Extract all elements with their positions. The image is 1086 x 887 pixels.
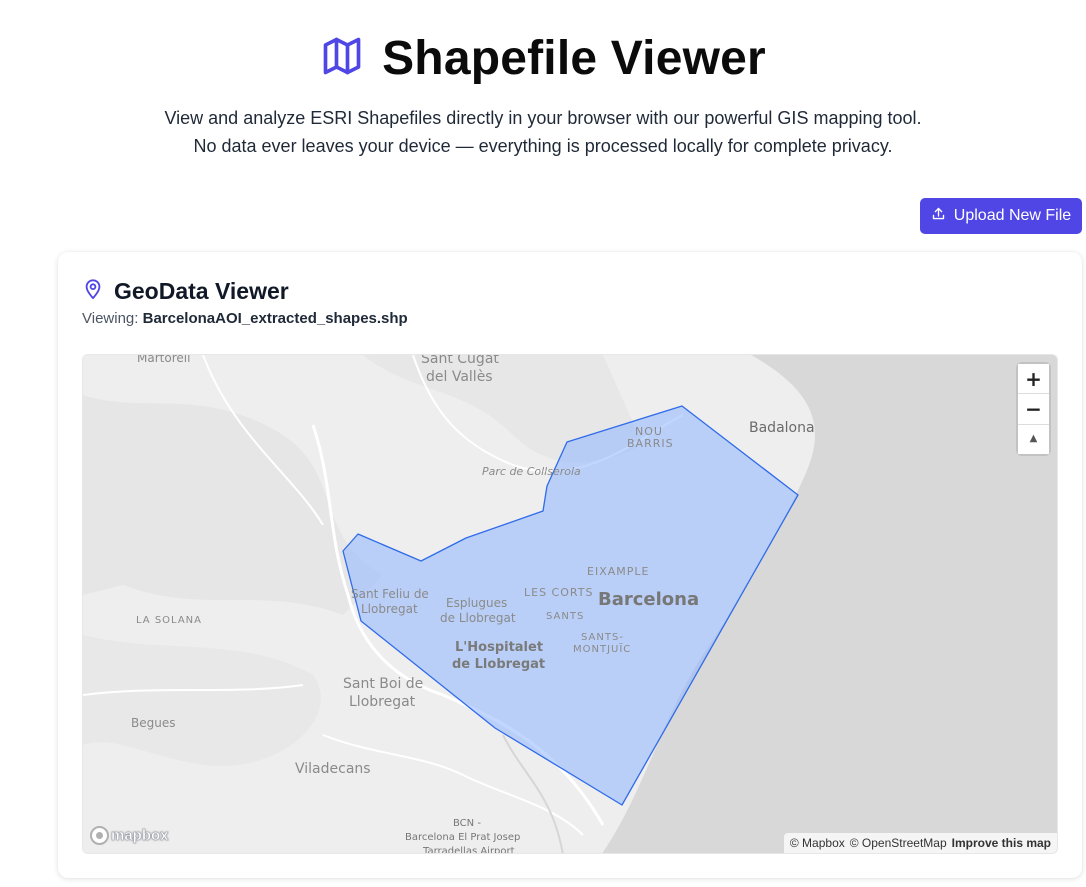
map-label-martorell: Martorell (137, 354, 191, 365)
map-label-hospitalet-2: de Llobregat (452, 657, 546, 672)
geodata-viewer-card: GeoData Viewer Viewing: BarcelonaAOI_ext… (58, 252, 1082, 878)
map-basemap (83, 355, 1057, 853)
map-label-begues: Begues (131, 716, 176, 730)
attribution-mapbox-link[interactable]: © Mapbox (790, 836, 845, 850)
map-label-del-valles: del Vallès (426, 369, 493, 385)
map-label-sant-boi-2: Llobregat (349, 694, 416, 710)
improve-this-map-link[interactable]: Improve this map (952, 836, 1051, 850)
map-label-sants: SANTS (546, 611, 585, 622)
map-label-sant-cugat: Sant Cugat (421, 354, 499, 367)
map-navigation-control: + − ▲ (1018, 364, 1049, 454)
subtitle-line-1: View and analyze ESRI Shapefiles directl… (164, 108, 922, 128)
compass-button[interactable]: ▲ (1018, 423, 1049, 454)
page-title: Shapefile Viewer (382, 31, 766, 85)
map-label-bcn-3: Tarradellas Airport (423, 846, 515, 854)
mapbox-logo-icon (90, 826, 109, 845)
viewer-header: GeoData Viewer (82, 278, 289, 305)
attribution-osm-link[interactable]: © OpenStreetMap (850, 836, 947, 850)
map-label-bcn-2: Barcelona El Prat Josep (405, 832, 521, 843)
mapbox-logo[interactable]: mapbox (90, 826, 169, 845)
map-label-sant-feliu-2: Llobregat (361, 602, 418, 616)
map-label-esplugues-1: Esplugues (446, 596, 508, 610)
zoom-out-button[interactable]: − (1018, 393, 1049, 424)
viewing-filename: Viewing: BarcelonaAOI_extracted_shapes.s… (82, 310, 408, 327)
map-label-les-corts: LES CORTS (524, 586, 594, 599)
map-label-sant-boi-1: Sant Boi de (343, 676, 424, 692)
zoom-in-button[interactable]: + (1018, 364, 1049, 394)
subtitle-line-2: No data ever leaves your device — everyt… (193, 136, 893, 156)
map-canvas[interactable]: Martorell Sant Cugat del Vallès Badalona… (82, 354, 1058, 854)
map-label-badalona: Badalona (749, 420, 815, 436)
upload-new-file-button[interactable]: Upload New File (920, 198, 1082, 234)
shapefile-name: BarcelonaAOI_extracted_shapes.shp (142, 310, 408, 327)
map-label-sants-montjuic-1: SANTS- (581, 632, 624, 643)
map-label-eixample: EIXAMPLE (587, 565, 650, 578)
map-label-parc-collserola: Parc de Collserola (482, 465, 581, 478)
upload-button-label: Upload New File (953, 207, 1072, 224)
map-label-esplugues-2: de Llobregat (440, 611, 516, 625)
map-attribution: © Mapbox © OpenStreetMap Improve this ma… (783, 833, 1057, 853)
map-label-sants-montjuic-2: MONTJUÏC (573, 644, 632, 655)
compass-icon: ▲ (1029, 433, 1038, 445)
map-label-hospitalet-1: L'Hospitalet (455, 640, 544, 655)
map-label-sant-feliu-1: Sant Feliu de (351, 587, 429, 601)
page-header: Shapefile Viewer (0, 26, 1086, 90)
map-pin-icon (82, 278, 104, 305)
map-label-bcn-1: BCN - (453, 818, 481, 829)
mapbox-logo-text: mapbox (111, 827, 169, 845)
viewing-label: Viewing: (82, 310, 139, 327)
map-label-viladecans: Viladecans (295, 761, 371, 777)
upload-icon (931, 206, 946, 226)
page-subtitle: View and analyze ESRI Shapefiles directl… (0, 104, 1086, 160)
map-label-la-solana: LA SOLANA (136, 615, 203, 626)
map-label-barcelona: Barcelona (598, 589, 700, 610)
viewer-title: GeoData Viewer (114, 278, 289, 304)
map-label-barris: BARRIS (627, 437, 674, 450)
map-icon (320, 34, 364, 83)
